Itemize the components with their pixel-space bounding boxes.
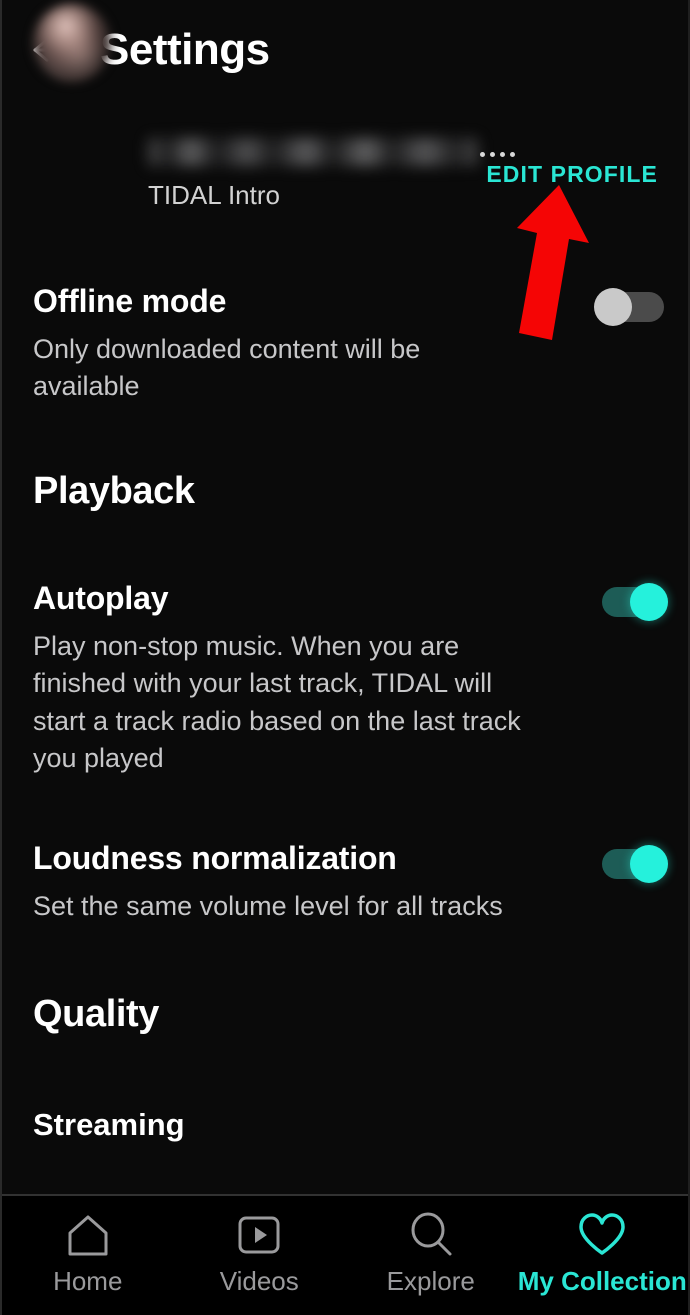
nav-label-my-collection: My Collection: [517, 1266, 687, 1296]
offline-mode-description: Only downloaded content will be availabl…: [33, 334, 421, 402]
offline-mode-toggle[interactable]: [594, 288, 666, 326]
edit-profile-button[interactable]: EDIT PROFILE: [486, 161, 658, 188]
loudness-title: Loudness normalization: [33, 840, 397, 876]
toggle-knob: [630, 583, 668, 621]
nav-item-explore[interactable]: Explore: [345, 1210, 517, 1297]
loudness-toggle[interactable]: [596, 845, 668, 883]
nav-item-videos[interactable]: Videos: [174, 1210, 346, 1297]
autoplay-toggle[interactable]: [596, 583, 668, 621]
video-icon: [236, 1210, 282, 1260]
heart-icon: [576, 1210, 628, 1260]
bottom-navigation-bar: Home Videos Explore My Collection: [2, 1196, 688, 1315]
loudness-description: Set the same volume level for all tracks: [33, 891, 503, 921]
username-overflow-ellipsis: [480, 152, 515, 157]
profile-subtitle: TIDAL Intro: [148, 180, 280, 210]
toggle-knob: [630, 845, 668, 883]
nav-item-home[interactable]: Home: [2, 1210, 174, 1297]
tidal-settings-screen: Settings TIDAL Intro EDIT PROFILE Offlin…: [0, 0, 690, 1315]
search-icon: [407, 1210, 455, 1260]
nav-label-videos: Videos: [219, 1266, 299, 1296]
section-header-quality: Quality: [33, 993, 160, 1035]
username-redacted: [148, 138, 478, 166]
list-item-streaming[interactable]: Streaming: [33, 1107, 185, 1143]
section-header-playback: Playback: [33, 470, 195, 512]
autoplay-description: Play non-stop music. When you are finish…: [33, 631, 521, 773]
nav-label-home: Home: [53, 1266, 123, 1296]
home-icon: [64, 1210, 112, 1260]
toggle-knob: [594, 288, 632, 326]
page-title: Settings: [100, 25, 270, 74]
autoplay-title: Autoplay: [33, 580, 169, 616]
nav-item-my-collection[interactable]: My Collection: [517, 1210, 689, 1297]
avatar[interactable]: [33, 4, 111, 82]
offline-mode-title: Offline mode: [33, 283, 227, 319]
nav-label-explore: Explore: [386, 1266, 475, 1296]
